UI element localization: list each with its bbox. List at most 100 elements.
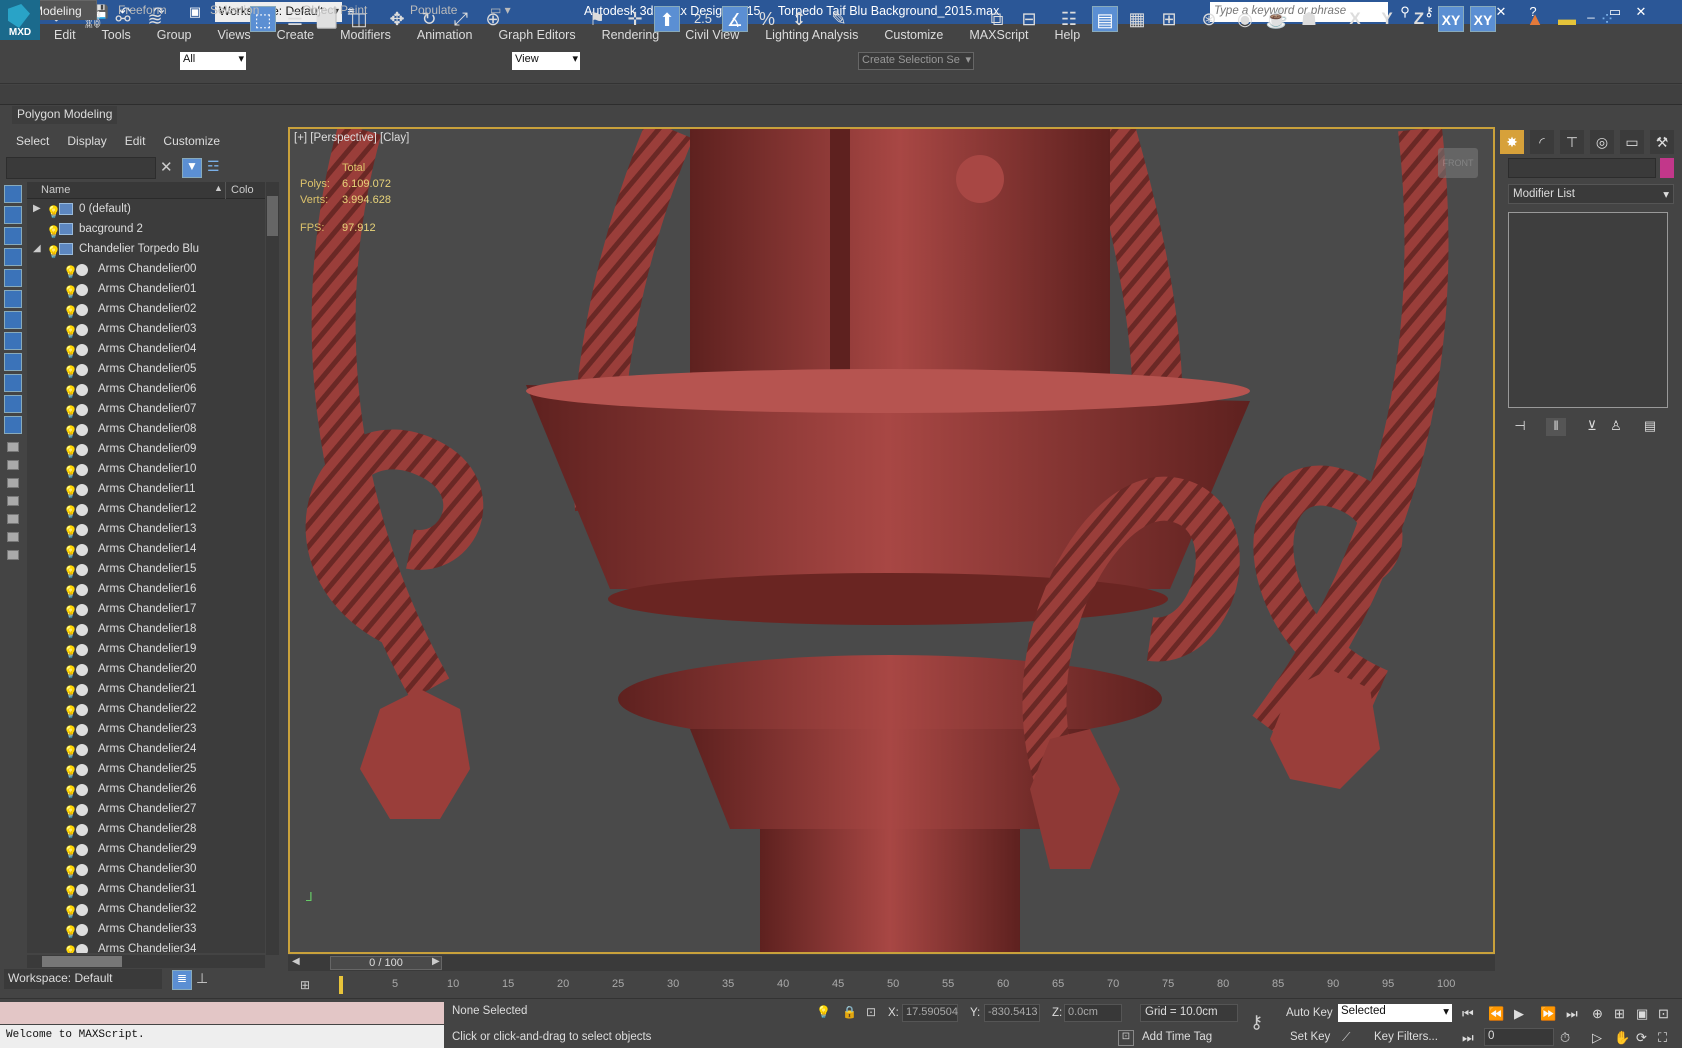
display-tab-icon[interactable]: ▭ bbox=[1620, 130, 1644, 154]
align-icon[interactable]: ⊟ bbox=[1016, 6, 1042, 32]
pan-icon[interactable]: ✋ bbox=[1614, 1030, 1630, 1046]
list-item[interactable]: 💡 Arms Chandelier13 bbox=[27, 519, 265, 539]
display-dependents-icon[interactable] bbox=[7, 532, 19, 542]
list-item[interactable]: 💡 Arms Chandelier01 bbox=[27, 279, 265, 299]
name-column-header[interactable]: Name bbox=[41, 184, 70, 196]
color-column-header[interactable]: Colo bbox=[231, 184, 254, 196]
create-tab-icon[interactable]: ✸ bbox=[1500, 130, 1524, 154]
viewcube[interactable]: FRONT bbox=[1438, 148, 1478, 178]
array-icon[interactable]: ⁘ bbox=[1594, 6, 1620, 32]
render-production-icon[interactable]: ☗ bbox=[1296, 6, 1322, 32]
viewport-label[interactable]: [+] [Perspective] [Clay] bbox=[294, 132, 409, 144]
list-item[interactable]: 💡 Arms Chandelier26 bbox=[27, 779, 265, 799]
time-marker[interactable] bbox=[339, 976, 343, 994]
set-key-button[interactable]: Set Key bbox=[1290, 1031, 1330, 1043]
prev-frame-arrow-icon[interactable]: ◀ bbox=[292, 956, 300, 967]
hierarchy-tab-icon[interactable]: ⊤ bbox=[1560, 130, 1584, 154]
maxscript-listener-input[interactable] bbox=[0, 1002, 444, 1024]
scene-explorer-icon[interactable]: ▤ bbox=[1092, 6, 1118, 32]
display-all-icon[interactable] bbox=[7, 442, 19, 452]
make-unique-icon[interactable]: ⊻ bbox=[1582, 418, 1602, 436]
motion-tab-icon[interactable]: ◎ bbox=[1590, 130, 1614, 154]
lock-icon[interactable] bbox=[7, 550, 19, 560]
percent-snap-icon[interactable]: % bbox=[754, 6, 780, 32]
modifier-list-dropdown[interactable]: Modifier List bbox=[1508, 184, 1674, 204]
list-item[interactable]: 💡 Arms Chandelier24 bbox=[27, 739, 265, 759]
mini-curve-editor-icon[interactable]: ⊞ bbox=[300, 978, 310, 992]
layer-filter-icon[interactable]: ☲ bbox=[207, 158, 220, 175]
modify-tab-icon[interactable]: ◜ bbox=[1530, 130, 1554, 154]
display-containers-icon[interactable] bbox=[4, 374, 22, 392]
tree-scroll-thumb[interactable] bbox=[267, 196, 278, 236]
edit-named-selection-icon[interactable]: ✎ bbox=[826, 6, 852, 32]
list-item[interactable]: 💡 Arms Chandelier31 bbox=[27, 879, 265, 899]
list-item[interactable]: 💡 Arms Chandelier19 bbox=[27, 639, 265, 659]
list-item[interactable]: 💡 Arms Chandelier29 bbox=[27, 839, 265, 859]
reference-coordinate-dropdown[interactable]: View bbox=[512, 52, 580, 70]
measure-icon[interactable]: ▲ bbox=[1522, 6, 1548, 32]
time-slider[interactable]: 0 / 100 bbox=[330, 956, 442, 970]
configure-sets-icon[interactable]: ▤ bbox=[1640, 418, 1660, 436]
display-shapes-icon[interactable] bbox=[4, 206, 22, 224]
curve-editor-icon[interactable]: ⊞ bbox=[1156, 6, 1182, 32]
display-groups-icon[interactable] bbox=[4, 311, 22, 329]
angle-snap-icon[interactable]: ∡ bbox=[722, 6, 748, 32]
schematic-view-icon[interactable]: ⊛ bbox=[1196, 6, 1222, 32]
list-item[interactable]: 💡 Arms Chandelier03 bbox=[27, 319, 265, 339]
axis-x-button[interactable]: X bbox=[1342, 6, 1368, 32]
list-item[interactable]: 💡 Arms Chandelier22 bbox=[27, 699, 265, 719]
modifier-stack[interactable] bbox=[1508, 212, 1668, 408]
list-item[interactable]: 💡 Arms Chandelier08 bbox=[27, 419, 265, 439]
maxscript-listener-output[interactable]: Welcome to MAXScript. bbox=[0, 1025, 444, 1048]
layer-row[interactable]: ◢ 💡 Chandelier Torpedo Blu bbox=[27, 239, 265, 259]
axis-y-button[interactable]: Y bbox=[1374, 6, 1400, 32]
tree-vertical-scrollbar[interactable] bbox=[266, 182, 279, 955]
zoom-extents-all-icon[interactable]: ⊡ bbox=[1658, 1006, 1669, 1022]
graphite-ribbon-icon[interactable]: ▦ bbox=[1124, 6, 1150, 32]
ribbon-options-icon[interactable]: ▭ ▾ bbox=[490, 3, 511, 17]
display-influences-icon[interactable] bbox=[7, 514, 19, 524]
select-manipulate-icon[interactable]: ✛ bbox=[622, 6, 648, 32]
key-filters-button[interactable]: Key Filters... bbox=[1374, 1031, 1438, 1043]
list-item[interactable]: 💡 Arms Chandelier15 bbox=[27, 559, 265, 579]
list-item[interactable]: 💡 Arms Chandelier00 bbox=[27, 259, 265, 279]
add-time-tag-button[interactable]: Add Time Tag bbox=[1142, 1031, 1212, 1043]
pin-stack-icon[interactable]: ⊣ bbox=[1510, 418, 1530, 436]
selection-lock-icon[interactable]: 🔒 bbox=[842, 1005, 857, 1019]
object-name-field[interactable] bbox=[1508, 158, 1656, 178]
display-geometry-icon[interactable] bbox=[4, 185, 22, 203]
scene-menu-display[interactable]: Display bbox=[67, 134, 106, 148]
clear-search-icon[interactable]: ✕ bbox=[160, 158, 173, 176]
display-none-icon[interactable] bbox=[7, 460, 19, 470]
next-frame-icon[interactable]: ⏩ bbox=[1540, 1006, 1556, 1022]
field-of-view-icon[interactable]: ▷ bbox=[1592, 1030, 1602, 1046]
list-item[interactable]: 💡 Arms Chandelier34 bbox=[27, 939, 265, 953]
display-lights-icon[interactable] bbox=[4, 227, 22, 245]
absolute-mode-icon[interactable]: ⊡ bbox=[866, 1005, 876, 1019]
time-tag-icon[interactable]: ⊡ bbox=[1118, 1030, 1134, 1046]
x-coordinate-field[interactable]: 17.590504 bbox=[902, 1004, 958, 1022]
keyboard-shortcut-override-icon[interactable]: ⬆ bbox=[654, 6, 680, 32]
scene-search-input[interactable] bbox=[6, 157, 156, 179]
layer-row[interactable]: 💡 bacground 2 bbox=[27, 219, 265, 239]
utilities-tab-icon[interactable]: ⚒ bbox=[1650, 130, 1674, 154]
display-hidden-icon[interactable] bbox=[4, 416, 22, 434]
list-item[interactable]: 💡 Arms Chandelier25 bbox=[27, 759, 265, 779]
list-item[interactable]: 💡 Arms Chandelier20 bbox=[27, 659, 265, 679]
go-to-start-icon[interactable]: ⏮ bbox=[1462, 1006, 1474, 1022]
default-tangents-icon[interactable]: ⟋ bbox=[1342, 1030, 1350, 1045]
material-editor-icon[interactable]: ◉ bbox=[1232, 6, 1258, 32]
time-slider-track[interactable] bbox=[288, 955, 1495, 971]
scene-menu-customize[interactable]: Customize bbox=[163, 134, 220, 148]
list-item[interactable]: 💡 Arms Chandelier32 bbox=[27, 899, 265, 919]
mirror-icon[interactable]: ⧉ bbox=[984, 6, 1010, 32]
zoom-all-icon[interactable]: ⊞ bbox=[1614, 1006, 1625, 1022]
current-frame-field[interactable]: 0 bbox=[1484, 1028, 1554, 1046]
tree-hscroll-thumb[interactable] bbox=[42, 956, 122, 967]
list-item[interactable]: 💡 Arms Chandelier18 bbox=[27, 619, 265, 639]
isolate-icon[interactable]: 💡 bbox=[816, 1005, 831, 1019]
show-end-result-icon[interactable]: ‖ bbox=[1546, 418, 1566, 436]
display-frozen-icon[interactable] bbox=[4, 395, 22, 413]
tab-populate[interactable]: Populate bbox=[410, 3, 457, 17]
z-coordinate-field[interactable]: 0.0cm bbox=[1064, 1004, 1122, 1022]
